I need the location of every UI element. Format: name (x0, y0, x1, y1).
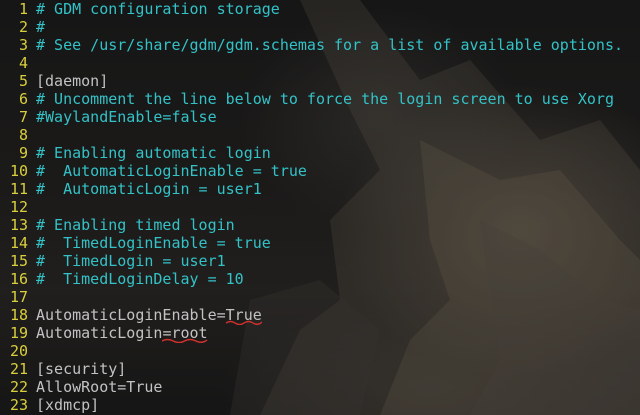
code-line[interactable]: 4 (0, 54, 623, 72)
line-text: # Enabling automatic login (36, 144, 271, 162)
line-number: 16 (9, 270, 28, 288)
line-number: 9 (18, 144, 28, 162)
code-line[interactable]: 20 (0, 342, 623, 360)
line-number: 22 (9, 378, 28, 396)
line-number: 15 (9, 252, 28, 270)
line-number: 17 (9, 288, 28, 306)
line-number: 18 (9, 306, 28, 324)
line-number: 4 (18, 54, 28, 72)
line-number: 23 (9, 396, 28, 414)
line-number: 14 (9, 234, 28, 252)
line-number: 8 (18, 126, 28, 144)
code-line[interactable]: 18 AutomaticLoginEnable=True (0, 306, 623, 325)
line-text: # See /usr/share/gdm/gdm.schemas for a l… (36, 36, 623, 54)
line-text: AutomaticLogin=root (36, 324, 208, 343)
line-text: # AutomaticLoginEnable = true (36, 162, 307, 180)
code-line[interactable]: 8 (0, 126, 623, 144)
line-number: 2 (18, 18, 28, 36)
line-number: 7 (18, 108, 28, 126)
code-line[interactable]: 15 # TimedLogin = user1 (0, 252, 623, 270)
line-number: 11 (9, 180, 28, 198)
line-number: 5 (18, 72, 28, 90)
line-text: #WaylandEnable=false (36, 108, 217, 126)
line-number: 12 (9, 198, 28, 216)
line-text: # AutomaticLogin = user1 (36, 180, 262, 198)
line-number: 21 (9, 360, 28, 378)
code-line[interactable]: 16 # TimedLoginDelay = 10 (0, 270, 623, 288)
line-text: # TimedLogin = user1 (36, 252, 226, 270)
code-line[interactable]: 9 # Enabling automatic login (0, 144, 623, 162)
line-number: 13 (9, 216, 28, 234)
code-line[interactable]: 17 (0, 288, 623, 306)
line-text: # TimedLoginDelay = 10 (36, 270, 244, 288)
line-text: [security] (36, 360, 127, 378)
annotated-value: =root (162, 324, 208, 343)
code-lines: 1 # GDM configuration storage 2 #3 # See /us… (0, 0, 623, 414)
code-line[interactable]: 3 # See /usr/share/gdm/gdm.schemas for a … (0, 36, 623, 54)
line-text: # GDM configuration storage (36, 0, 280, 18)
code-line[interactable]: 10 # AutomaticLoginEnable = true (0, 162, 623, 180)
code-line[interactable]: 19 AutomaticLogin=root (0, 324, 623, 343)
line-number: 20 (9, 342, 28, 360)
line-text: AllowRoot=True (36, 378, 163, 396)
code-line[interactable]: 14 # TimedLoginEnable = true (0, 234, 623, 252)
line-number: 6 (18, 90, 28, 108)
line-text: [xdmcp] (36, 396, 100, 414)
code-line[interactable]: 12 (0, 198, 623, 216)
line-text: # Enabling timed login (36, 216, 235, 234)
code-line[interactable]: 2 # (0, 18, 623, 36)
line-number: 1 (18, 0, 28, 18)
code-line[interactable]: 11 # AutomaticLogin = user1 (0, 180, 623, 198)
text-editor[interactable]: 1 # GDM configuration storage 2 #3 # See /us… (0, 0, 640, 415)
line-text: # (36, 18, 46, 36)
line-number: 3 (18, 36, 28, 54)
code-line[interactable]: 5 [daemon] (0, 72, 623, 90)
line-text: # TimedLoginEnable = true (36, 234, 271, 252)
line-text: [daemon] (36, 72, 109, 90)
line-number: 19 (9, 324, 28, 342)
annotated-value: True (225, 306, 262, 325)
code-line[interactable]: 23 [xdmcp] (0, 396, 623, 414)
line-text: AutomaticLoginEnable=True (36, 306, 262, 325)
code-line[interactable]: 1 # GDM configuration storage (0, 0, 623, 18)
code-line[interactable]: 13 # Enabling timed login (0, 216, 623, 234)
code-line[interactable]: 7 #WaylandEnable=false (0, 108, 623, 126)
code-line[interactable]: 22 AllowRoot=True (0, 378, 623, 396)
line-number: 10 (9, 162, 28, 180)
line-text: # Uncomment the line below to force the … (36, 90, 614, 108)
code-line[interactable]: 6 # Uncomment the line below to force the… (0, 90, 623, 108)
code-line[interactable]: 21 [security] (0, 360, 623, 378)
red-underline-annotation (162, 338, 208, 343)
red-underline-annotation (225, 320, 262, 325)
